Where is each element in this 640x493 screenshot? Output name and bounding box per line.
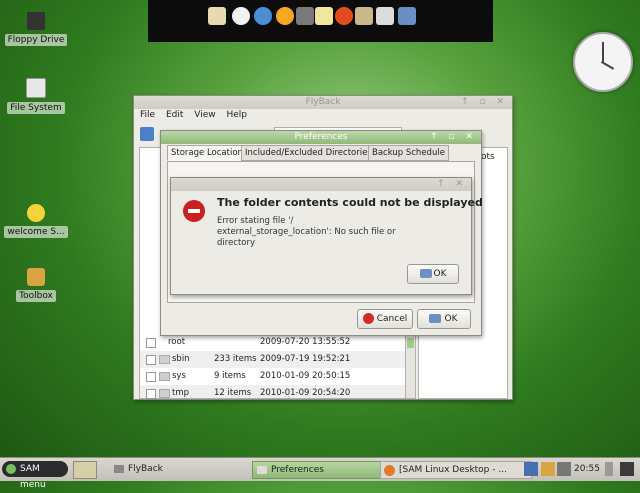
cancel-icon — [363, 313, 374, 324]
file-date: 2010-01-09 20:54:20 — [260, 388, 351, 398]
desktop-icon-label: Floppy Drive — [4, 34, 68, 46]
table-row[interactable]: tmp 12 items 2010-01-09 20:54:20 — [140, 385, 406, 399]
wrench-icon[interactable] — [355, 7, 373, 25]
printer-icon[interactable] — [376, 7, 394, 25]
file-name: tmp — [172, 388, 190, 398]
row-checkbox[interactable] — [146, 338, 156, 348]
row-checkbox[interactable] — [146, 372, 156, 382]
file-name: root — [168, 337, 186, 347]
notes-icon[interactable] — [315, 7, 333, 25]
tab-storage-location[interactable]: Storage Location — [167, 145, 247, 161]
folder-icon — [159, 355, 170, 364]
desktop-icon-toolbox[interactable]: Toolbox — [4, 268, 68, 302]
table-row[interactable]: root 2009-07-20 13:55:52 — [140, 334, 406, 351]
home-icon[interactable] — [208, 7, 226, 25]
folder-icon — [159, 372, 170, 381]
task-preferences[interactable]: Preferences — [252, 461, 394, 479]
window-title: Preferences — [294, 132, 348, 142]
menu-help[interactable]: Help — [226, 110, 247, 120]
clock-hour-hand — [601, 61, 615, 70]
file-items: 233 items — [214, 354, 257, 364]
volume-icon[interactable] — [557, 462, 571, 476]
desktop-icon-label: File System — [7, 102, 65, 114]
desktop-icon-welcome[interactable]: welcome S... — [4, 204, 68, 238]
folder-icon — [159, 389, 170, 398]
clock-minute-hand — [602, 42, 604, 62]
flyback-titlebar: FlyBack ↑ ▫ ✕ — [134, 96, 512, 109]
task-sam-desktop[interactable]: [SAM Linux Desktop - ... — [380, 461, 532, 479]
row-checkbox[interactable] — [146, 355, 156, 365]
tab-backup-schedule[interactable]: Backup Schedule — [368, 145, 449, 161]
menu-edit[interactable]: Edit — [166, 110, 183, 120]
clock-time[interactable]: 20:55 — [574, 461, 600, 477]
file-date: 2010-01-09 20:50:15 — [260, 371, 351, 381]
browser-icon[interactable] — [254, 7, 272, 25]
error-icon — [183, 200, 205, 222]
lightbulb-icon — [27, 204, 45, 222]
window-controls[interactable]: ↑ ▫ ✕ — [430, 131, 477, 144]
floppy-icon — [27, 12, 45, 30]
error-titlebar: ↑ ✕ — [171, 178, 471, 191]
desktop-icon-label: welcome S... — [4, 226, 68, 238]
menubar: File Edit View Help — [134, 109, 512, 122]
window-controls[interactable]: ↑ ✕ — [437, 178, 467, 191]
window-controls[interactable]: ↑ ▫ ✕ — [461, 96, 508, 109]
task-label: Preferences — [271, 465, 324, 475]
power-icon[interactable] — [620, 462, 634, 476]
ok-button[interactable]: OK — [417, 309, 471, 329]
pdf-icon[interactable] — [335, 7, 353, 25]
start-menu-label: SAM menu — [20, 464, 46, 490]
file-date: 2009-07-20 13:55:52 — [260, 337, 351, 347]
desktop-icon-filesystem[interactable]: File System — [4, 78, 68, 114]
browser-icon — [384, 465, 395, 476]
file-name: sbin — [172, 354, 190, 364]
error-dialog: ↑ ✕ The folder contents could not be dis… — [170, 177, 483, 295]
package-icon[interactable] — [541, 462, 555, 476]
row-checkbox[interactable] — [146, 389, 156, 399]
sam-logo-icon — [6, 464, 16, 474]
analog-clock — [573, 32, 633, 92]
table-row[interactable]: sys 9 items 2010-01-09 20:50:15 — [140, 368, 406, 385]
desktop-icon-floppy[interactable]: Floppy Drive — [4, 12, 68, 46]
ok-icon — [420, 269, 432, 278]
clock-icon[interactable] — [232, 7, 250, 25]
snapshots-header: ots — [481, 152, 495, 162]
window-icon — [114, 465, 124, 473]
calendar-icon[interactable] — [398, 7, 416, 25]
task-flyback[interactable]: FlyBack — [110, 461, 264, 477]
file-name: sys — [172, 371, 186, 381]
harddisk-icon — [26, 78, 46, 98]
error-ok-button[interactable]: OK — [407, 264, 459, 284]
workspace-pager[interactable] — [73, 461, 97, 479]
tab-included-excluded[interactable]: Included/Excluded Directories — [241, 145, 376, 161]
toolbox-icon — [27, 268, 45, 286]
error-message: Error stating file '/ external_storage_l… — [217, 216, 396, 248]
battery-icon — [605, 462, 613, 476]
task-label: [SAM Linux Desktop - ... — [399, 465, 507, 475]
table-row[interactable]: sbin 233 items 2009-07-19 19:52:21 — [140, 351, 406, 368]
music-icon[interactable] — [296, 7, 314, 25]
start-menu-button[interactable]: SAM menu — [2, 461, 68, 490]
application-dock — [148, 0, 493, 42]
menu-view[interactable]: View — [194, 110, 215, 120]
error-icon-bar — [188, 209, 200, 213]
scrollbar-thumb[interactable] — [407, 338, 414, 348]
menu-file[interactable]: File — [140, 110, 155, 120]
window-title: FlyBack — [305, 97, 341, 107]
ok-icon — [429, 314, 441, 323]
home-icon[interactable] — [140, 127, 154, 141]
file-date: 2009-07-19 19:52:21 — [260, 354, 351, 364]
mail-icon[interactable] — [276, 7, 294, 25]
task-label: FlyBack — [128, 464, 163, 474]
preferences-titlebar: Preferences ↑ ▫ ✕ — [161, 131, 481, 144]
window-icon — [257, 466, 267, 474]
cancel-button[interactable]: Cancel — [357, 309, 413, 329]
file-items: 9 items — [214, 371, 246, 381]
taskbar: SAM menu FlyBack Preferences [SAM Linux … — [0, 457, 640, 490]
file-items: 12 items — [214, 388, 252, 398]
error-heading: The folder contents could not be display… — [217, 196, 483, 209]
network-icon[interactable] — [524, 462, 538, 476]
desktop-icon-label: Toolbox — [16, 290, 56, 302]
